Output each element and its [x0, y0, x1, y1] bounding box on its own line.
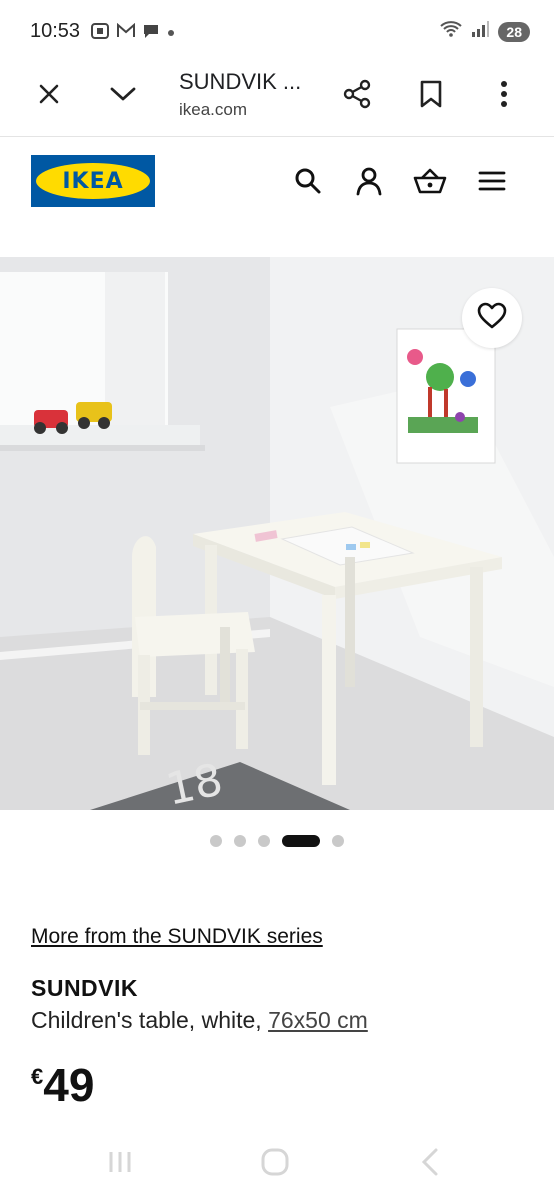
- product-description-text: Children's table, white,: [31, 1007, 269, 1033]
- chat-icon: [142, 22, 160, 45]
- product-description: Children's table, white, 76x50 cm: [31, 1007, 368, 1034]
- system-icons: 28: [440, 20, 530, 43]
- page-title[interactable]: SUNDVIK ...: [179, 69, 301, 95]
- status-bar: 10:53 28: [0, 0, 554, 60]
- status-time: 10:53: [30, 20, 81, 42]
- product-name: SUNDVIK: [31, 975, 139, 1001]
- series-link[interactable]: More from the SUNDVIK series: [31, 925, 323, 949]
- basket-icon[interactable]: [410, 161, 450, 201]
- carousel-indicator: [0, 835, 554, 847]
- page-domain[interactable]: ikea.com: [179, 100, 247, 120]
- wifi-icon: [440, 20, 463, 43]
- logo-text: IKEA: [62, 168, 124, 194]
- carousel-dot[interactable]: [210, 835, 222, 847]
- favourite-button[interactable]: [462, 288, 522, 348]
- home-icon[interactable]: [255, 1142, 295, 1182]
- screenshot-icon: [90, 22, 110, 45]
- user-icon[interactable]: [349, 161, 389, 201]
- signal-icon: [470, 20, 490, 43]
- product-price: €49: [31, 1058, 94, 1112]
- carousel-dot-active[interactable]: [282, 835, 320, 847]
- logo-oval: IKEA: [36, 163, 150, 199]
- site-header: IKEA: [0, 137, 554, 227]
- close-icon[interactable]: [29, 74, 69, 114]
- recents-icon[interactable]: [100, 1142, 140, 1182]
- bookmark-icon[interactable]: [411, 74, 451, 114]
- browser-toolbar: SUNDVIK ... ikea.com: [0, 60, 554, 137]
- carousel-dot[interactable]: [234, 835, 246, 847]
- carousel-dot[interactable]: [332, 835, 344, 847]
- gmail-icon: [116, 22, 136, 44]
- price-amount: 49: [43, 1059, 95, 1111]
- notification-icons: [90, 22, 176, 45]
- chevron-down-icon[interactable]: [103, 74, 143, 114]
- menu-icon[interactable]: [472, 161, 512, 201]
- more-vert-icon[interactable]: [484, 74, 524, 114]
- price-currency: €: [31, 1064, 44, 1089]
- heart-icon: [477, 302, 507, 335]
- carousel-dot[interactable]: [258, 835, 270, 847]
- share-icon[interactable]: [337, 74, 377, 114]
- search-icon[interactable]: [288, 161, 328, 201]
- product-size-link[interactable]: 76x50 cm: [268, 1007, 368, 1033]
- ikea-logo[interactable]: IKEA: [31, 155, 155, 207]
- more-notifications-icon: [166, 25, 176, 43]
- system-nav-bar: [0, 1130, 554, 1200]
- back-icon[interactable]: [410, 1142, 450, 1182]
- battery-indicator: 28: [498, 21, 530, 42]
